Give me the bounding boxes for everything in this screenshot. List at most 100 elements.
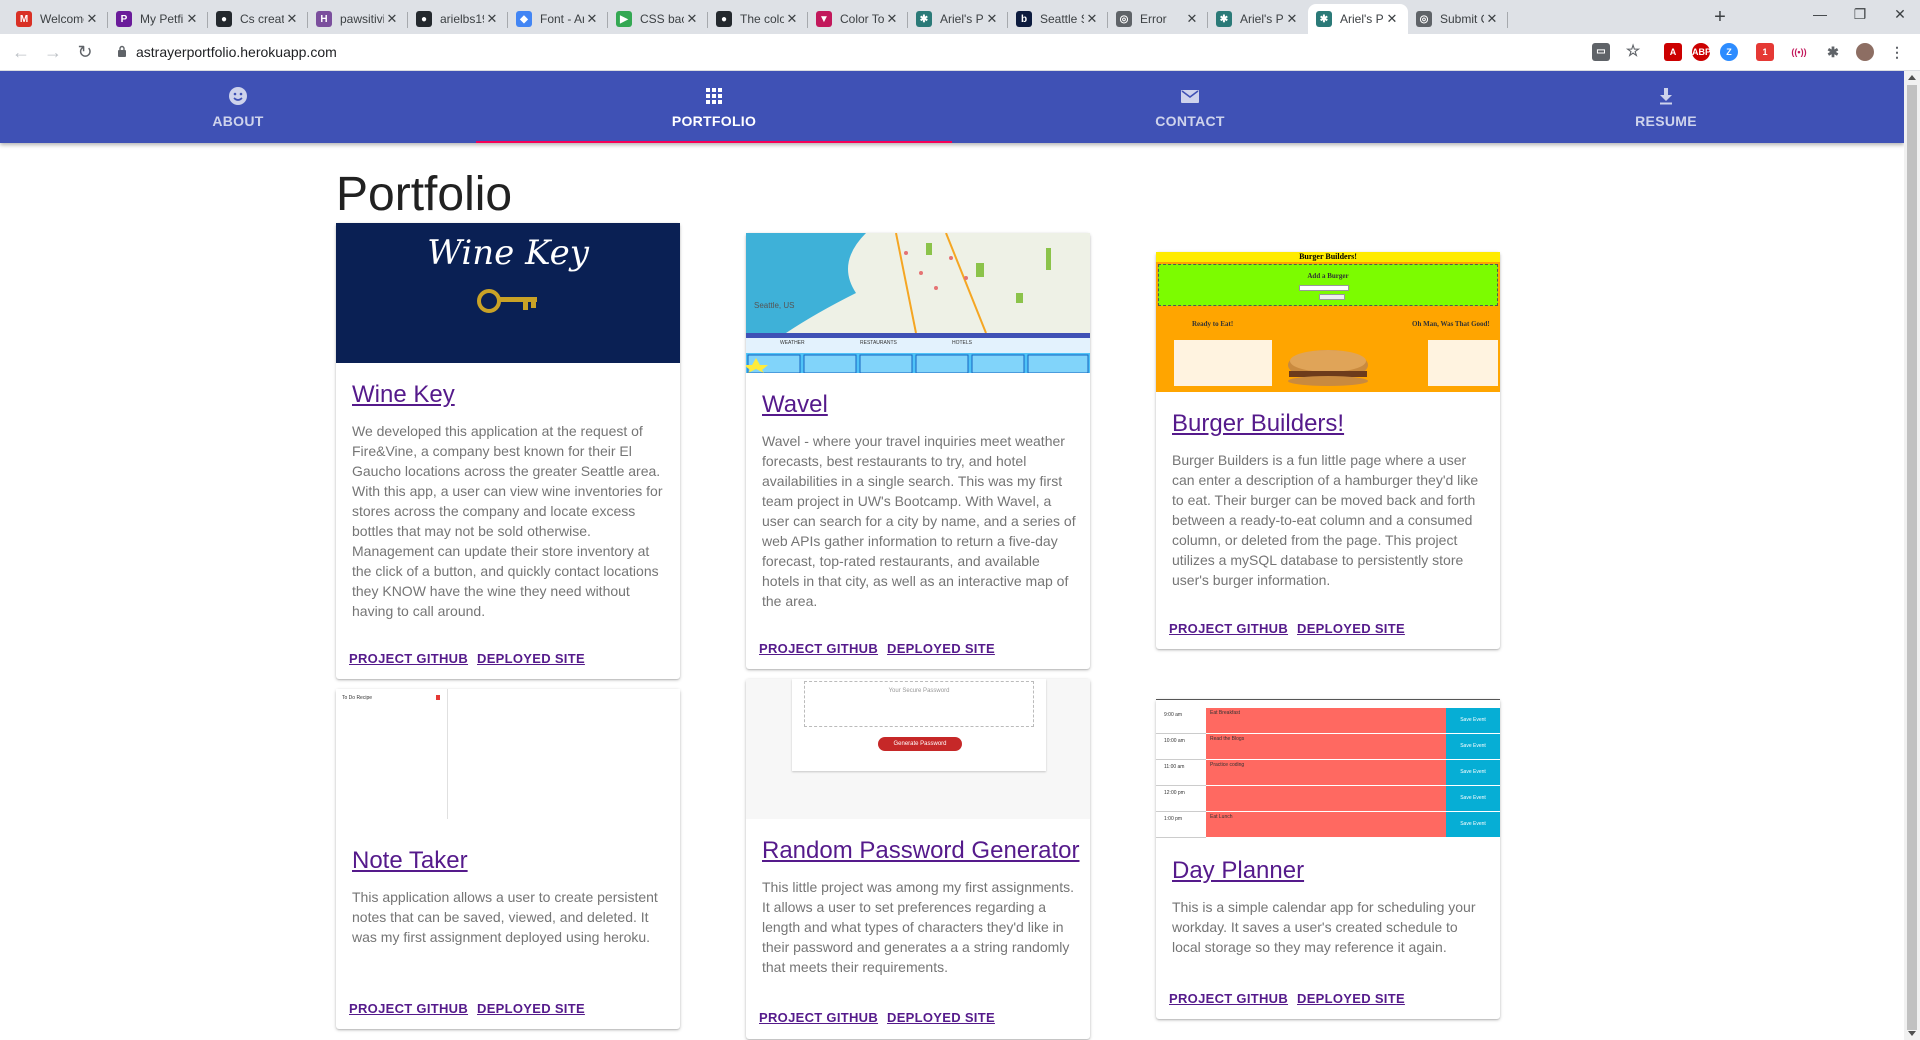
wavel-thumbnail: Seattle, US WEATHER RESTAURANTS HOTELS (746, 233, 1090, 373)
close-tab-icon[interactable]: ✕ (1184, 11, 1200, 27)
project-github-link[interactable]: PROJECT GITHUB (759, 641, 878, 656)
download-icon (1660, 87, 1672, 104)
tab-favicon-icon: ✱ (1316, 11, 1332, 27)
minimize-button[interactable]: — (1800, 6, 1840, 22)
close-tab-icon[interactable]: ✕ (584, 11, 600, 27)
browser-tab[interactable]: ● Cs create✕ (208, 4, 308, 34)
deployed-site-link[interactable]: DEPLOYED SITE (1297, 991, 1405, 1006)
pdf-extension-icon[interactable]: A (1664, 43, 1682, 61)
browser-tab-title: Submit C (1440, 12, 1484, 26)
browser-tab-strip: MWelcome✕PMy Petfin✕●Cs create✕Hpawsitiv… (0, 0, 1920, 34)
close-tab-icon[interactable]: ✕ (884, 11, 900, 27)
planner-thumbnail-row: 9:00 am Eat Breakfast Save Event (1156, 708, 1500, 734)
close-tab-icon[interactable]: ✕ (1484, 11, 1500, 27)
browser-tab[interactable]: Hpawsitivi ✕ (308, 4, 408, 34)
broadcast-extension-icon[interactable]: ((•)) (1790, 43, 1808, 61)
cast-icon[interactable]: ▭ (1592, 43, 1610, 61)
project-title-link[interactable]: Random Password Generator (762, 837, 1079, 865)
browser-tab[interactable]: ▼ Color Too✕ (808, 4, 908, 34)
browser-tab[interactable]: ◎ Error ✕ (1108, 4, 1208, 34)
back-button[interactable]: ← (9, 41, 33, 65)
burger-thumbnail-title: Burger Builders! (1156, 252, 1500, 262)
browser-tab[interactable]: M Welcome✕ (8, 4, 108, 34)
browser-tab[interactable]: P My Petfin✕ (108, 4, 208, 34)
page-title: Portfolio (336, 168, 513, 221)
reload-button[interactable]: ↻ (73, 41, 97, 65)
browser-tab[interactable]: ▶ CSS back✕ (608, 4, 708, 34)
deployed-site-link[interactable]: DEPLOYED SITE (477, 651, 585, 666)
close-tab-icon[interactable]: ✕ (484, 11, 500, 27)
deployed-site-link[interactable]: DEPLOYED SITE (477, 1001, 585, 1016)
page-scrollbar[interactable] (1904, 71, 1920, 1040)
tab-about[interactable]: ABOUT (0, 71, 476, 143)
day-planner-thumbnail: 9:00 am Eat Breakfast Save Event 10:00 am Re… (1156, 699, 1500, 839)
browser-tab[interactable]: b Seattle S ✕ (1008, 4, 1108, 34)
password-thumbnail-field: Your Secure Password (804, 681, 1034, 727)
deployed-site-link[interactable]: DEPLOYED SITE (887, 641, 995, 656)
new-tab-button[interactable]: + (1707, 6, 1733, 30)
planner-thumbnail-time: 9:00 am (1164, 712, 1183, 718)
wavel-thumbnail-tab: WEATHER (780, 340, 805, 346)
close-tab-icon[interactable]: ✕ (1284, 11, 1300, 27)
zoom-extension-icon[interactable]: Z (1720, 43, 1738, 61)
project-github-link[interactable]: PROJECT GITHUB (349, 1001, 468, 1016)
project-title-link[interactable]: Wavel (762, 391, 828, 419)
browser-tab[interactable]: ✱ Ariel's Po✕ (908, 4, 1008, 34)
tab-contact[interactable]: CONTACT (952, 71, 1428, 143)
burger-image (1288, 350, 1368, 386)
project-title-link[interactable]: Day Planner (1172, 857, 1304, 885)
adblock-extension-icon[interactable]: ABP (1692, 43, 1711, 61)
close-tab-icon[interactable]: ✕ (984, 11, 1000, 27)
project-title-link[interactable]: Wine Key (352, 381, 455, 409)
extension-badge-icon[interactable]: 1 (1756, 43, 1774, 61)
deployed-site-link[interactable]: DEPLOYED SITE (1297, 621, 1405, 636)
tab-favicon-icon: ▶ (616, 11, 632, 27)
close-tab-icon[interactable]: ✕ (1084, 11, 1100, 27)
close-tab-icon[interactable]: ✕ (184, 11, 200, 27)
close-window-button[interactable]: ✕ (1880, 6, 1920, 23)
project-title-link[interactable]: Burger Builders! (1172, 410, 1344, 438)
close-tab-icon[interactable]: ✕ (784, 11, 800, 27)
browser-tab[interactable]: ● arielbs19 ✕ (408, 4, 508, 34)
planner-thumbnail-divider (1156, 837, 1206, 838)
tab-portfolio[interactable]: PORTFOLIO (476, 71, 952, 143)
close-tab-icon[interactable]: ✕ (1384, 11, 1400, 27)
burger-thumbnail-right: Oh Man, Was That Good! (1412, 320, 1490, 328)
browser-tab[interactable]: ✱ Ariel's Po✕ (1208, 4, 1308, 34)
scrollbar-thumb[interactable] (1907, 85, 1917, 1030)
project-title-link[interactable]: Note Taker (352, 847, 468, 875)
key-icon (477, 289, 537, 313)
project-description: Wavel - where your travel inquiries meet… (762, 433, 1076, 609)
close-tab-icon[interactable]: ✕ (284, 11, 300, 27)
browser-tab[interactable]: ● The color✕ (708, 4, 808, 34)
browser-tab[interactable]: ◎ Submit C✕ (1408, 4, 1508, 34)
profile-avatar[interactable] (1856, 43, 1874, 61)
scroll-up-arrow[interactable] (1908, 75, 1916, 80)
close-tab-icon[interactable]: ✕ (84, 11, 100, 27)
planner-thumbnail-row: 1:00 pm Eat Lunch Save Event (1156, 812, 1500, 838)
browser-tab[interactable]: ◆ Font - An ✕ (508, 4, 608, 34)
tab-favicon-icon: ● (416, 11, 432, 27)
password-generator-thumbnail: Your Secure Password Generate Password (746, 679, 1090, 819)
restore-button[interactable]: ❐ (1840, 6, 1880, 23)
project-description: This is a simple calendar app for schedu… (1172, 899, 1476, 955)
project-github-link[interactable]: PROJECT GITHUB (759, 1010, 878, 1025)
planner-thumbnail-save: Save Event (1446, 760, 1500, 785)
browser-tab[interactable]: ✱ Ariel's Po✕ (1308, 4, 1408, 34)
extensions-puzzle-icon[interactable]: ✱ (1824, 43, 1842, 61)
project-github-link[interactable]: PROJECT GITHUB (349, 651, 468, 666)
bookmark-star-icon[interactable]: ☆ (1624, 43, 1642, 61)
project-github-link[interactable]: PROJECT GITHUB (1169, 621, 1288, 636)
scroll-down-arrow[interactable] (1908, 1031, 1916, 1036)
close-tab-icon[interactable]: ✕ (684, 11, 700, 27)
burger-thumbnail-input (1299, 285, 1349, 291)
note-thumbnail-item: To Do Recipe (342, 695, 373, 701)
forward-button[interactable]: → (41, 41, 65, 65)
close-tab-icon[interactable]: ✕ (384, 11, 400, 27)
tab-resume[interactable]: RESUME (1428, 71, 1904, 143)
chrome-menu-icon[interactable]: ⋮ (1888, 43, 1906, 61)
deployed-site-link[interactable]: DEPLOYED SITE (887, 1010, 995, 1025)
address-bar[interactable]: astrayerportfolio.herokuapp.com (136, 44, 337, 60)
tab-favicon-icon: ◆ (516, 11, 532, 27)
project-github-link[interactable]: PROJECT GITHUB (1169, 991, 1288, 1006)
